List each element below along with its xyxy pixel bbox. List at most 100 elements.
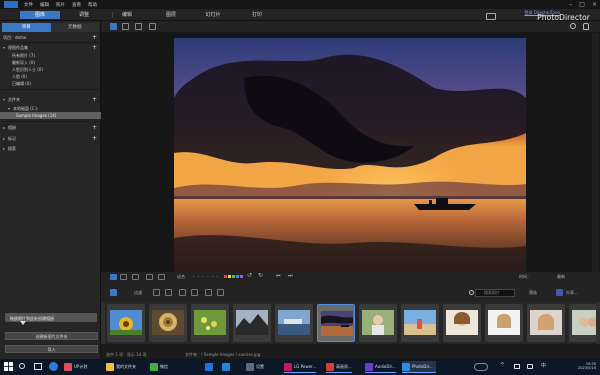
- search-icon[interactable]: [19, 363, 25, 369]
- tab-library[interactable]: 图库: [20, 11, 60, 19]
- tab-adjust[interactable]: 调整: [64, 11, 104, 19]
- input-method-icon[interactable]: 中: [541, 362, 546, 369]
- add-folder-icon[interactable]: +: [92, 96, 97, 103]
- taskbar-item-lg-power[interactable]: LG Power...: [284, 361, 317, 373]
- collection-item-people[interactable]: 人脸 (0): [0, 73, 101, 80]
- rotate-icon[interactable]: [146, 274, 153, 280]
- filmstrip-scroll-right[interactable]: [596, 302, 600, 344]
- fit-view-icon[interactable]: [110, 274, 117, 280]
- menu-edit[interactable]: 编辑: [40, 2, 49, 8]
- folder-item-local-disk[interactable]: ▾ 本地磁盘 (C:): [0, 105, 101, 112]
- system-clock[interactable]: 19:35 2023/5/15: [578, 362, 596, 370]
- red-label-icon[interactable]: [224, 275, 227, 278]
- albums-header[interactable]: ▸ 相册 +: [0, 124, 101, 131]
- network-icon[interactable]: [514, 364, 520, 369]
- grid-view-icon[interactable]: [110, 23, 117, 30]
- filmstrip-scroll-left[interactable]: [101, 302, 105, 344]
- search-header[interactable]: ▸ 搜索: [0, 145, 101, 152]
- taskbar-item-mail[interactable]: [205, 361, 213, 373]
- rotate-left-icon[interactable]: ↺: [247, 272, 252, 279]
- thumbnail-5[interactable]: [275, 304, 313, 342]
- thumbnail-6-selected[interactable]: [317, 304, 355, 342]
- tab-project[interactable]: 项目: [2, 23, 51, 32]
- single-view-icon[interactable]: [122, 23, 129, 30]
- flag-icon[interactable]: [158, 274, 165, 280]
- split-view-icon[interactable]: [120, 274, 127, 280]
- taskbar-item-photos[interactable]: [222, 361, 230, 373]
- add-tag-icon[interactable]: +: [92, 135, 97, 142]
- thumbnail-10[interactable]: [485, 304, 523, 342]
- filter-label[interactable]: 过滤: [134, 290, 142, 296]
- tab-metadata[interactable]: 元数据: [50, 23, 99, 32]
- share-button[interactable]: 分享...: [566, 290, 578, 296]
- star-icon[interactable]: [191, 289, 198, 296]
- menu-file[interactable]: 文件: [24, 2, 33, 8]
- maximize-icon[interactable]: □: [579, 1, 585, 8]
- green-label-icon[interactable]: [232, 275, 235, 278]
- compare-view-icon[interactable]: [135, 23, 142, 30]
- menu-help[interactable]: 帮助: [88, 2, 97, 8]
- thumbnail-1[interactable]: [107, 304, 145, 342]
- taskbar-item-wechat[interactable]: 微信: [150, 361, 168, 373]
- fullscreen-icon[interactable]: [149, 23, 156, 30]
- rating-dots[interactable]: - - - - - -: [193, 274, 219, 279]
- folders-header[interactable]: ▾ 文件夹 +: [0, 96, 101, 103]
- viewer-scrollbar[interactable]: [592, 33, 599, 272]
- view-collection-header[interactable]: ▾ 视图作品集 +: [0, 44, 101, 51]
- filmstrip-view-icon[interactable]: [132, 274, 139, 280]
- zoom-icon[interactable]: [570, 23, 576, 29]
- thumbnail-2[interactable]: [149, 304, 187, 342]
- image-icon[interactable]: [217, 289, 224, 296]
- taskbar-item-settings[interactable]: 设置: [246, 361, 264, 373]
- tab-print[interactable]: 打印: [240, 11, 274, 19]
- thumbnail-9[interactable]: [443, 304, 481, 342]
- next-icon[interactable]: ⏭: [288, 273, 293, 279]
- tab-edit[interactable]: 编辑: [114, 11, 140, 19]
- collection-item-all[interactable]: 所有照片 (7): [0, 52, 101, 59]
- slider-handle-icon[interactable]: [20, 321, 26, 325]
- tab-layers[interactable]: 图层: [154, 11, 188, 19]
- menu-photo[interactable]: 照片: [56, 2, 65, 8]
- close-icon[interactable]: ×: [592, 1, 597, 8]
- calendar-icon[interactable]: [165, 289, 172, 296]
- collection-item-recent[interactable]: 最新导入 (0): [0, 59, 101, 66]
- windows-start-icon[interactable]: [4, 362, 13, 371]
- blue-label-icon[interactable]: [236, 275, 239, 278]
- person-icon[interactable]: [179, 289, 186, 296]
- filter-select[interactable]: 筛选: [529, 290, 537, 296]
- color-labels[interactable]: [224, 275, 243, 278]
- rotate-right-icon[interactable]: ↻: [258, 272, 263, 279]
- thumbnail-11[interactable]: [527, 304, 565, 342]
- import-button[interactable]: 导入: [5, 345, 98, 353]
- taskbar-item-photodirector[interactable]: PhotoDir...: [402, 361, 436, 373]
- thumbnail-7[interactable]: [359, 304, 397, 342]
- add-collection-icon[interactable]: +: [92, 44, 97, 51]
- list-view-icon[interactable]: [110, 289, 117, 296]
- purple-label-icon[interactable]: [240, 275, 243, 278]
- add-project-icon[interactable]: +: [92, 34, 97, 41]
- taskbar-item-hq[interactable]: 高画质...: [326, 361, 352, 373]
- collection-item-faces[interactable]: 人脸识别人士 (0): [0, 66, 101, 73]
- taskbar-item-up[interactable]: UP计划: [64, 361, 87, 373]
- minimize-icon[interactable]: –: [569, 1, 572, 8]
- taskbar-item-audiodirector[interactable]: AudioDir...: [365, 361, 396, 373]
- edge-icon[interactable]: [49, 362, 58, 371]
- thumbnail-3[interactable]: [191, 304, 229, 342]
- thumbnail-8[interactable]: [401, 304, 439, 342]
- hand-tool-icon[interactable]: [583, 23, 589, 30]
- task-view-icon[interactable]: [34, 363, 42, 370]
- thumbnail-4[interactable]: [233, 304, 271, 342]
- previous-icon[interactable]: ⏮: [276, 273, 281, 279]
- facebook-icon[interactable]: [556, 289, 563, 296]
- volume-icon[interactable]: [527, 364, 533, 369]
- add-album-icon[interactable]: +: [92, 124, 97, 131]
- folder-item-sample-images[interactable]: Sample Images (14): [0, 112, 101, 119]
- tags-header[interactable]: ▸ 标记 +: [0, 135, 101, 142]
- yellow-label-icon[interactable]: [228, 275, 231, 278]
- tab-slideshow[interactable]: 幻灯片: [194, 11, 232, 19]
- tray-up-arrow-icon[interactable]: ^: [500, 362, 505, 369]
- folder-icon[interactable]: [205, 289, 212, 296]
- sort-select[interactable]: 最新: [557, 274, 565, 280]
- collection-item-edited[interactable]: 已编辑 (0): [0, 80, 101, 87]
- create-folder-button[interactable]: 创建新图片文件夹: [5, 332, 98, 340]
